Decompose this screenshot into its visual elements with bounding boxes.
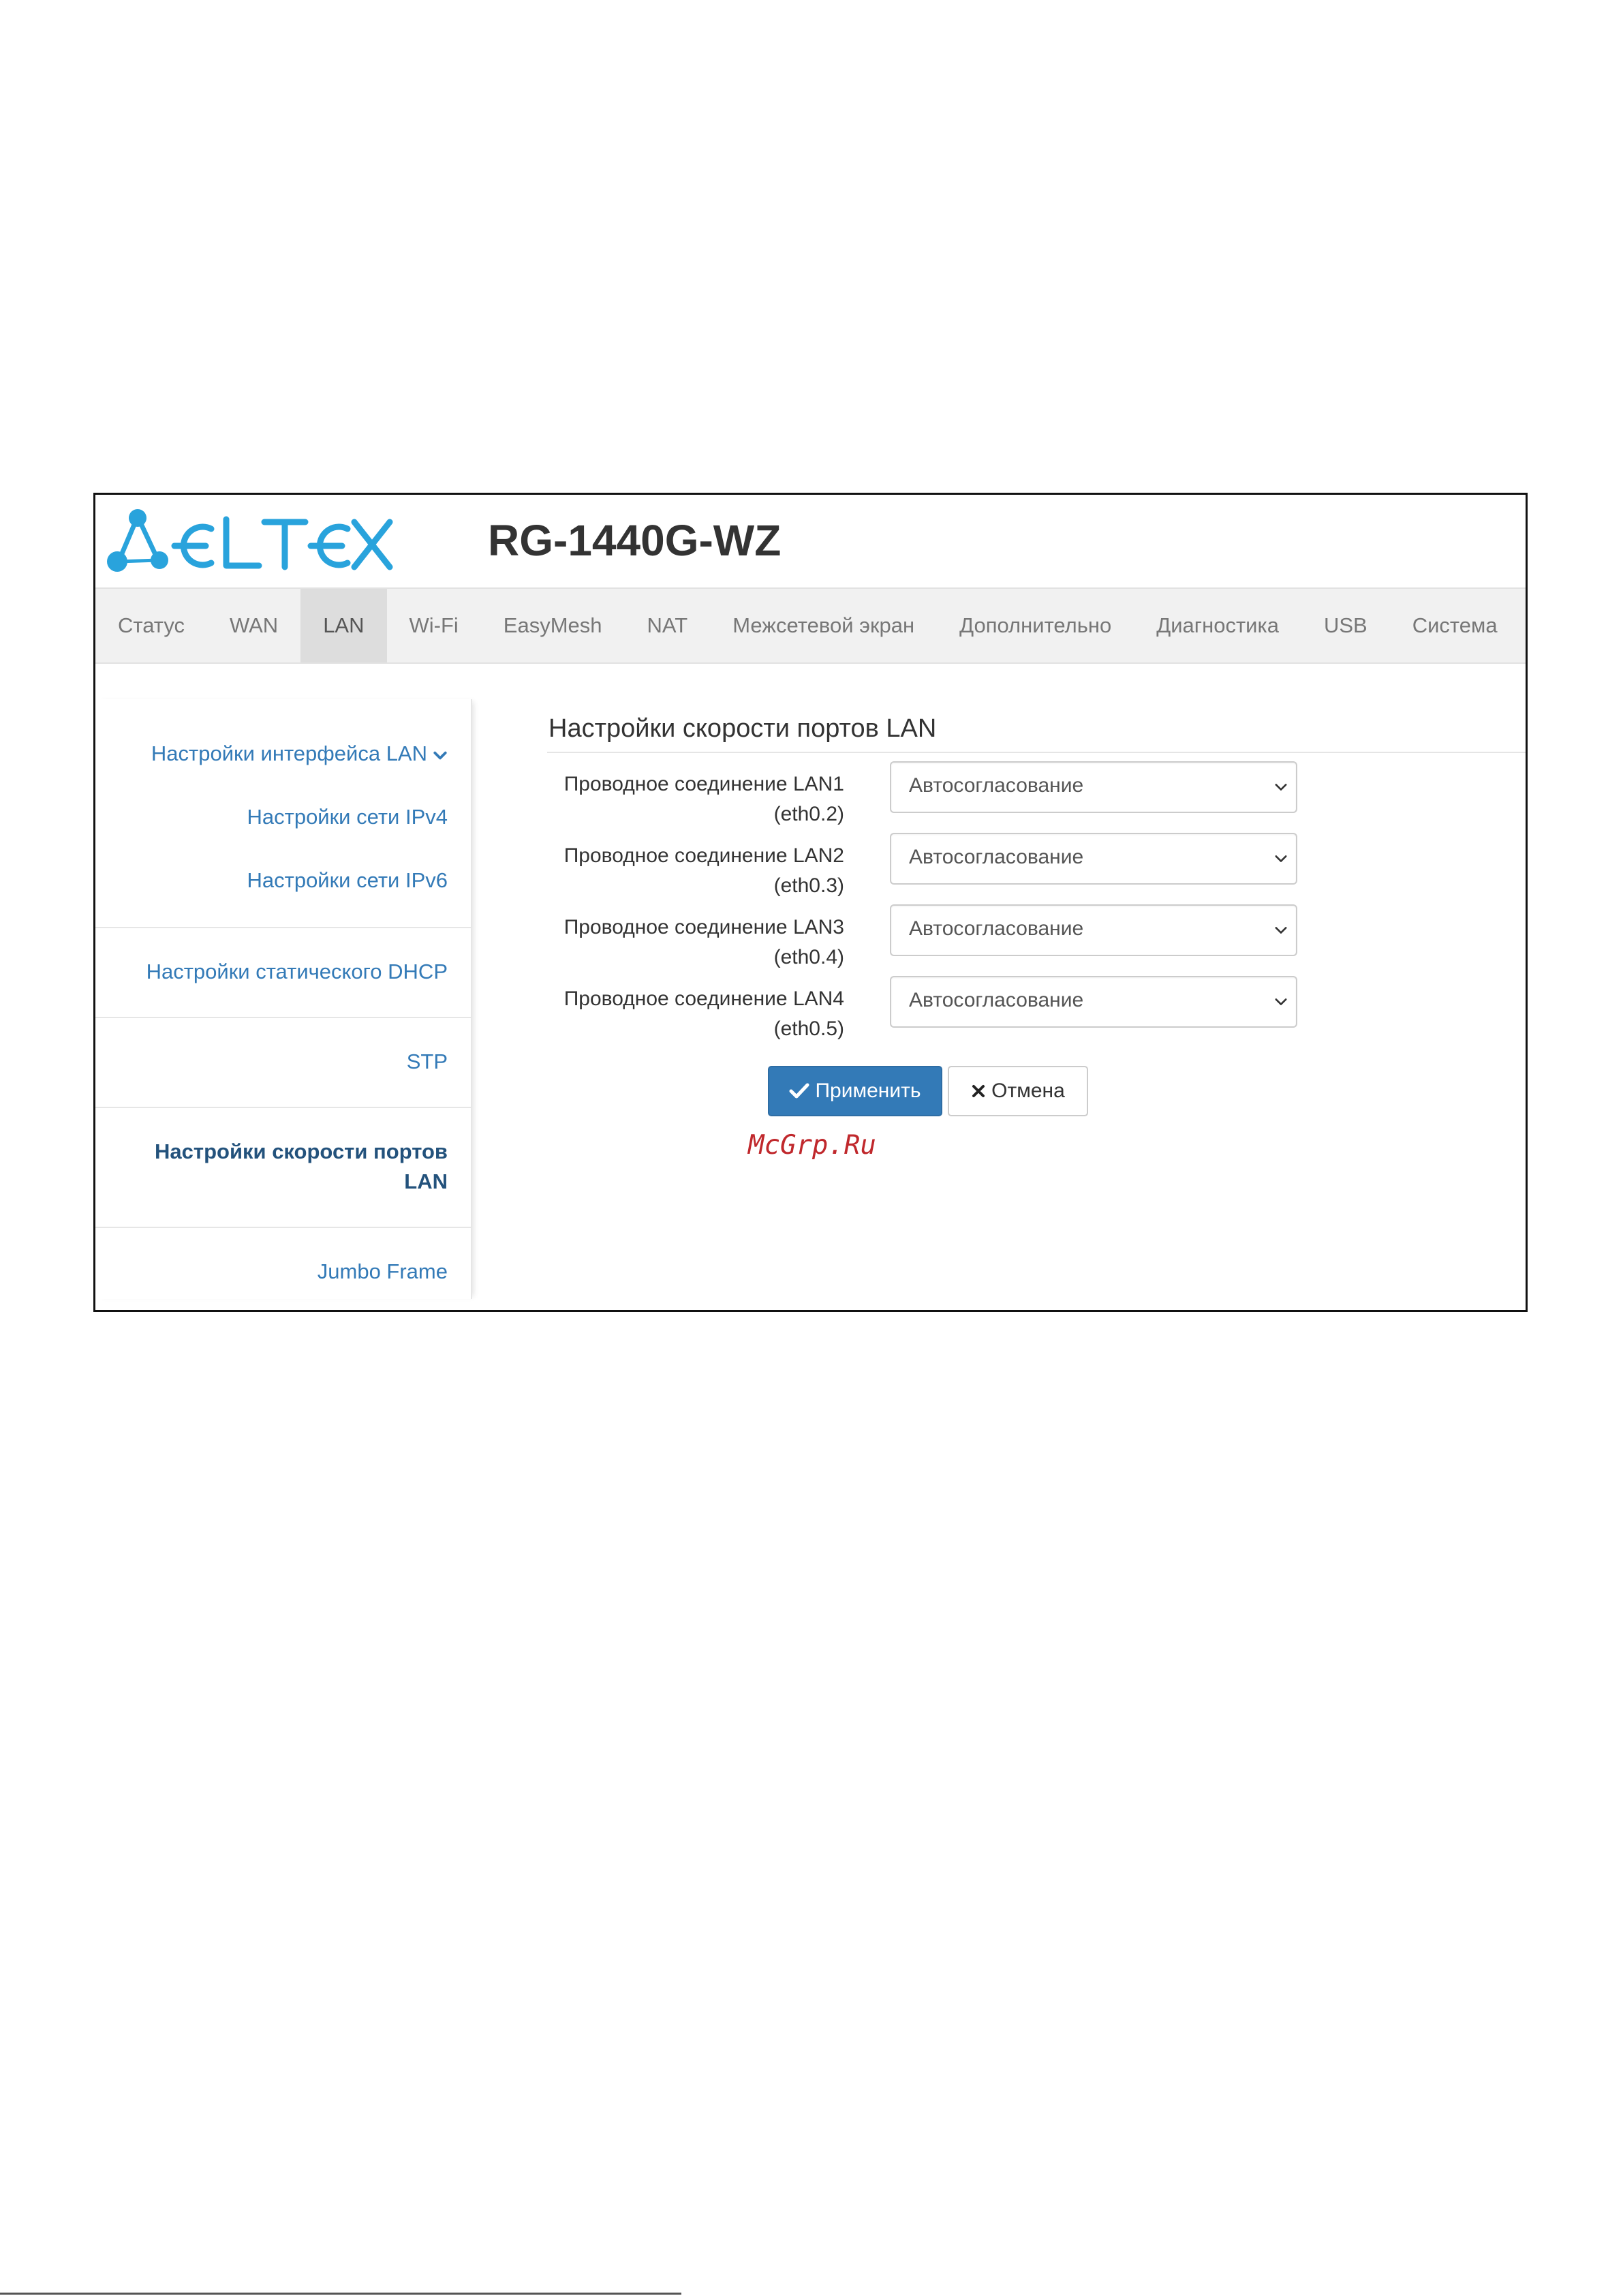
sidebar-item-static-dhcp[interactable]: Настройки статического DHCP <box>116 957 448 987</box>
sidebar-item-label: LAN <box>404 1169 448 1193</box>
select-value: Автосогласование <box>909 774 1084 797</box>
field-label-text: Проводное соединение LAN2 <box>563 844 844 867</box>
sidebar-group-jumbo: Jumbo Frame <box>95 1228 471 1299</box>
field-label-iface: (eth0.2) <box>773 803 844 825</box>
form-row-lan2: Проводное соединение LAN2 (eth0.3) Автос… <box>547 833 1297 901</box>
header: RG-1440G-WZ <box>95 495 1526 587</box>
sidebar-item-ipv6[interactable]: Настройки сети IPv6 <box>116 866 448 896</box>
tab-firewall[interactable]: Межсетевой экран <box>710 589 937 662</box>
main-content: Настройки скорости портов LAN Проводное … <box>547 699 1526 1299</box>
form-row-lan1: Проводное соединение LAN1 (eth0.2) Автос… <box>547 761 1297 829</box>
tab-easymesh[interactable]: EasyMesh <box>481 589 625 662</box>
lan1-speed-select[interactable]: Автосогласование <box>890 761 1297 813</box>
cancel-button[interactable]: Отмена <box>948 1066 1088 1116</box>
form-row-lan4: Проводное соединение LAN4 (eth0.5) Автос… <box>547 976 1297 1044</box>
tab-system[interactable]: Система <box>1390 589 1520 662</box>
field-label-iface: (eth0.5) <box>773 1017 844 1040</box>
watermark: McGrp.Ru <box>748 1130 876 1161</box>
sidebar-group-lan-interface: Настройки интерфейса LAN Настройки сети … <box>95 699 471 928</box>
sidebar-group-port-speed: Настройки скорости портов LAN <box>95 1108 471 1228</box>
apply-button-label: Применить <box>815 1080 921 1102</box>
sidebar: Настройки интерфейса LAN Настройки сети … <box>95 699 472 1299</box>
device-model: RG-1440G-WZ <box>488 516 782 565</box>
page-footer-rule <box>0 2293 681 2295</box>
field-label-iface: (eth0.4) <box>773 946 844 968</box>
field-label: Проводное соединение LAN2 (eth0.3) <box>547 841 844 901</box>
sidebar-group-static-dhcp: Настройки статического DHCP <box>95 928 471 1018</box>
form-row-lan3: Проводное соединение LAN3 (eth0.4) Автос… <box>547 904 1297 973</box>
field-label: Проводное соединение LAN1 (eth0.2) <box>547 769 844 829</box>
lan3-speed-select[interactable]: Автосогласование <box>890 904 1297 956</box>
field-label-text: Проводное соединение LAN1 <box>563 773 844 795</box>
select-value: Автосогласование <box>909 846 1084 868</box>
check-icon <box>789 1083 809 1099</box>
chevron-down-icon <box>1275 855 1287 862</box>
main-nav: Статус WAN LAN Wi-Fi EasyMesh NAT Межсет… <box>95 587 1526 664</box>
lan2-speed-select[interactable]: Автосогласование <box>890 833 1297 885</box>
sidebar-item-port-speed[interactable]: Настройки скорости портов LAN <box>116 1137 448 1197</box>
sidebar-item-label: Настройки интерфейса LAN <box>151 741 427 765</box>
field-label-iface: (eth0.3) <box>773 874 844 897</box>
tab-diagnostics[interactable]: Диагностика <box>1134 589 1301 662</box>
title-divider <box>547 752 1526 753</box>
close-icon <box>972 1085 985 1097</box>
sidebar-item-label: Настройки скорости портов <box>155 1139 448 1163</box>
select-value: Автосогласование <box>909 989 1084 1011</box>
tab-wifi[interactable]: Wi-Fi <box>387 589 481 662</box>
tab-nat[interactable]: NAT <box>625 589 711 662</box>
field-label: Проводное соединение LAN3 (eth0.4) <box>547 913 844 973</box>
page-title: Настройки скорости портов LAN <box>548 714 937 743</box>
sidebar-group-stp: STP <box>95 1018 471 1108</box>
sidebar-item-ipv4[interactable]: Настройки сети IPv4 <box>116 802 448 832</box>
tab-status[interactable]: Статус <box>95 589 207 662</box>
field-label-text: Проводное соединение LAN3 <box>563 916 844 938</box>
tab-advanced[interactable]: Дополнительно <box>937 589 1134 662</box>
field-label: Проводное соединение LAN4 (eth0.5) <box>547 984 844 1044</box>
tab-wan[interactable]: WAN <box>207 589 300 662</box>
cancel-button-label: Отмена <box>991 1080 1065 1102</box>
tab-lan[interactable]: LAN <box>300 589 387 662</box>
sidebar-item-lan-interface[interactable]: Настройки интерфейса LAN <box>116 739 448 769</box>
sidebar-item-jumbo-frame[interactable]: Jumbo Frame <box>116 1257 448 1287</box>
router-web-ui: RG-1440G-WZ Статус WAN LAN Wi-Fi EasyMes… <box>93 493 1528 1312</box>
sidebar-item-stp[interactable]: STP <box>116 1047 448 1077</box>
select-value: Автосогласование <box>909 917 1084 940</box>
tab-usb[interactable]: USB <box>1301 589 1390 662</box>
chevron-down-icon <box>433 751 447 760</box>
chevron-down-icon <box>1275 927 1287 934</box>
chevron-down-icon <box>1275 784 1287 791</box>
chevron-down-icon <box>1275 998 1287 1005</box>
eltex-logo <box>107 509 393 572</box>
field-label-text: Проводное соединение LAN4 <box>563 988 844 1010</box>
apply-button[interactable]: Применить <box>768 1066 942 1116</box>
lan4-speed-select[interactable]: Автосогласование <box>890 976 1297 1028</box>
